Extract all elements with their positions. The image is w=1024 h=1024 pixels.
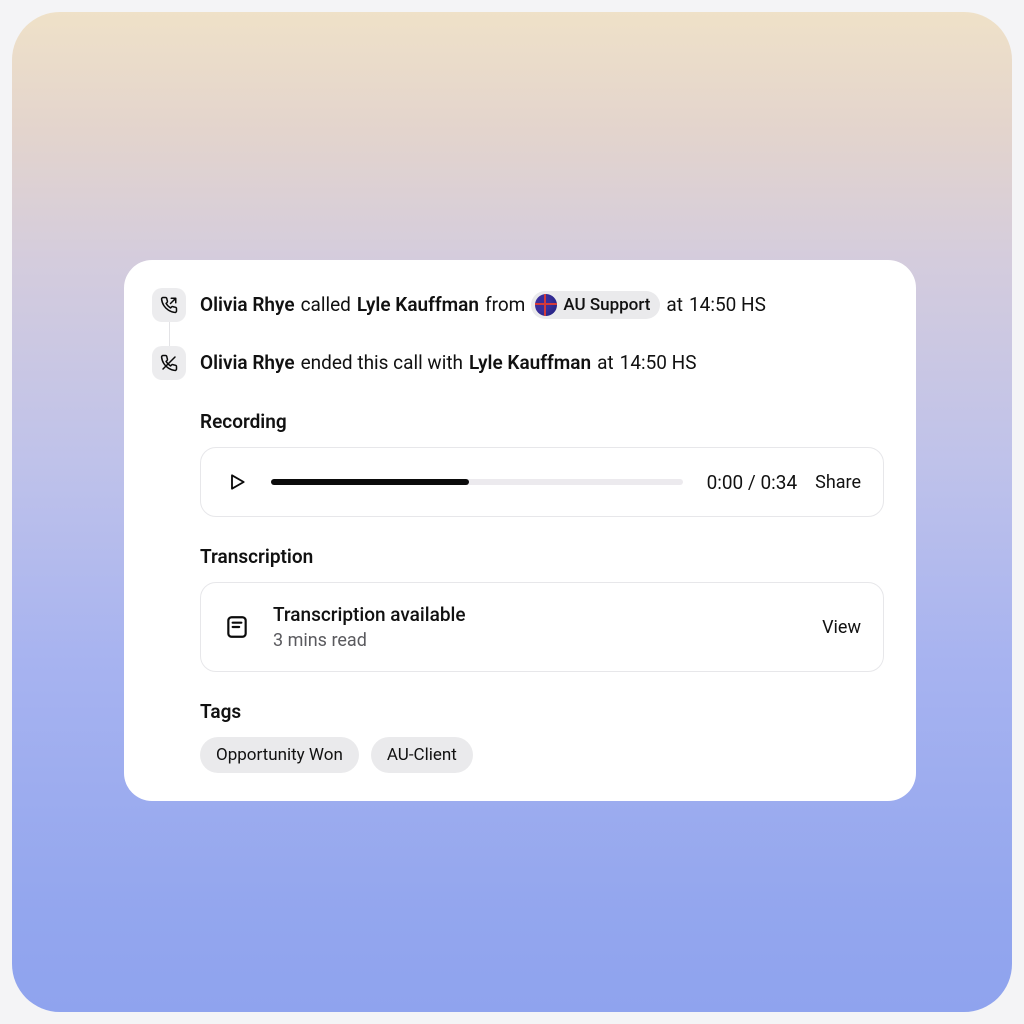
transcription-text: Transcription available 3 mins read	[273, 603, 466, 651]
event-call-started: Olivia Rhye called Lyle Kauffman from AU…	[152, 288, 884, 322]
target-name: Lyle Kauffman	[357, 293, 479, 318]
document-icon	[223, 613, 251, 641]
elapsed-time: 0:00	[707, 471, 744, 494]
at-word: at	[597, 351, 614, 376]
tag-chip[interactable]: AU-Client	[371, 737, 473, 773]
phone-outgoing-icon	[152, 288, 186, 322]
play-icon	[227, 472, 247, 492]
source-pill[interactable]: AU Support	[531, 291, 660, 319]
play-button[interactable]	[223, 468, 251, 496]
call-detail-content: Recording 0:00 / 0:34 Share	[200, 410, 884, 773]
verb: called	[301, 293, 351, 318]
actor-name: Olivia Rhye	[200, 293, 295, 318]
progress-track[interactable]	[271, 479, 683, 485]
at-word: at	[666, 293, 683, 318]
flag-icon	[535, 294, 557, 316]
source-label: AU Support	[563, 294, 650, 316]
event-call-started-text: Olivia Rhye called Lyle Kauffman from AU…	[200, 291, 766, 319]
transcription-title: Transcription	[200, 545, 884, 568]
target-name: Lyle Kauffman	[469, 351, 591, 376]
time-separator: /	[748, 471, 756, 494]
actor-name: Olivia Rhye	[200, 351, 295, 376]
tags-row: Opportunity Won AU-Client	[200, 737, 884, 773]
playback-time: 0:00 / 0:34	[707, 471, 798, 494]
recording-section: Recording 0:00 / 0:34 Share	[200, 410, 884, 517]
call-activity-card: Olivia Rhye called Lyle Kauffman from AU…	[124, 260, 916, 801]
transcription-status: Transcription available	[273, 603, 466, 626]
recording-title: Recording	[200, 410, 884, 433]
view-button[interactable]: View	[822, 617, 861, 638]
recording-panel: 0:00 / 0:34 Share	[200, 447, 884, 517]
tags-section: Tags Opportunity Won AU-Client	[200, 700, 884, 773]
share-button[interactable]: Share	[815, 472, 861, 493]
verb: ended this call with	[301, 351, 463, 376]
tags-title: Tags	[200, 700, 884, 723]
event-call-ended-text: Olivia Rhye ended this call with Lyle Ka…	[200, 351, 697, 376]
timeline-connector	[169, 322, 170, 346]
transcription-section: Transcription Transcription available 3 …	[200, 545, 884, 672]
from-word: from	[485, 293, 525, 318]
phone-hangup-icon	[152, 346, 186, 380]
total-time: 0:34	[760, 471, 797, 494]
gradient-background: Olivia Rhye called Lyle Kauffman from AU…	[12, 12, 1012, 1012]
event-time: 14:50 HS	[620, 351, 697, 376]
progress-fill	[271, 479, 469, 485]
event-time: 14:50 HS	[689, 293, 766, 318]
event-call-ended: Olivia Rhye ended this call with Lyle Ka…	[152, 346, 884, 380]
transcription-panel: Transcription available 3 mins read View	[200, 582, 884, 672]
transcription-read-time: 3 mins read	[273, 630, 466, 651]
tag-chip[interactable]: Opportunity Won	[200, 737, 359, 773]
